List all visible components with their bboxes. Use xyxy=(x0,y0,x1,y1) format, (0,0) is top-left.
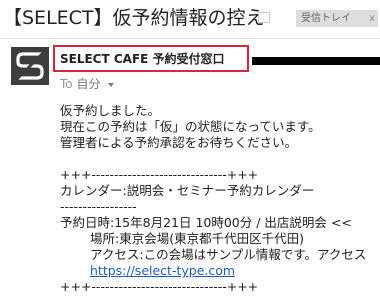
separator-line: +++------------------------------+++ xyxy=(60,279,259,294)
access-line: アクセス:この会場はサンプル情報です。アクセス xyxy=(90,247,367,262)
label-important-icon[interactable] xyxy=(258,12,270,23)
recipient-name: 自分 xyxy=(76,77,101,91)
redacted-sender-address xyxy=(252,57,380,65)
inbox-label-text: 受信トレイ xyxy=(301,13,351,24)
body-line: 現在この予約は「仮」の状態になっています。 xyxy=(60,119,321,134)
sender-avatar-icon[interactable] xyxy=(11,47,49,85)
email-view: 【SELECT】仮予約情報の控え 受信トレイ x SELECT CAFE 予約受… xyxy=(0,0,380,297)
sender-logo-icon xyxy=(11,47,49,85)
location-line: 場所:東京会場(東京都千代田区千代田) xyxy=(90,231,304,246)
chevron-down-icon[interactable] xyxy=(108,82,115,87)
url-line: https://select-type.com xyxy=(60,263,380,279)
body-line: 管理者による予約承認をお待ちください。 xyxy=(60,135,298,150)
separator-line: +++------------------------------+++ xyxy=(60,167,259,182)
venue-link[interactable]: https://select-type.com xyxy=(90,263,235,278)
remove-label-icon[interactable]: x xyxy=(369,10,375,27)
calendar-line: カレンダー:説明会・セミナー予約カレンダー xyxy=(60,183,315,198)
email-body: 仮予約しました。 現在この予約は「仮」の状態になっています。 管理者による予約承… xyxy=(60,103,380,295)
datetime-line: 予約日時:15年8月21日 10時00分 / 出店説明会 << xyxy=(60,215,352,230)
separator-line-short: ----------------- xyxy=(60,199,137,214)
to-prefix: To xyxy=(60,77,73,91)
body-line: 仮予約しました。 xyxy=(60,103,161,118)
email-subject: 【SELECT】仮予約情報の控え xyxy=(3,7,265,29)
recipient-line[interactable]: To 自分 xyxy=(60,76,115,92)
subject-row: 【SELECT】仮予約情報の控え 受信トレイ x xyxy=(0,0,380,36)
header-divider xyxy=(0,38,380,39)
inbox-label-chip[interactable]: 受信トレイ x xyxy=(296,10,378,27)
sender-name[interactable]: SELECT CAFE 予約受付窓口 xyxy=(60,51,225,67)
